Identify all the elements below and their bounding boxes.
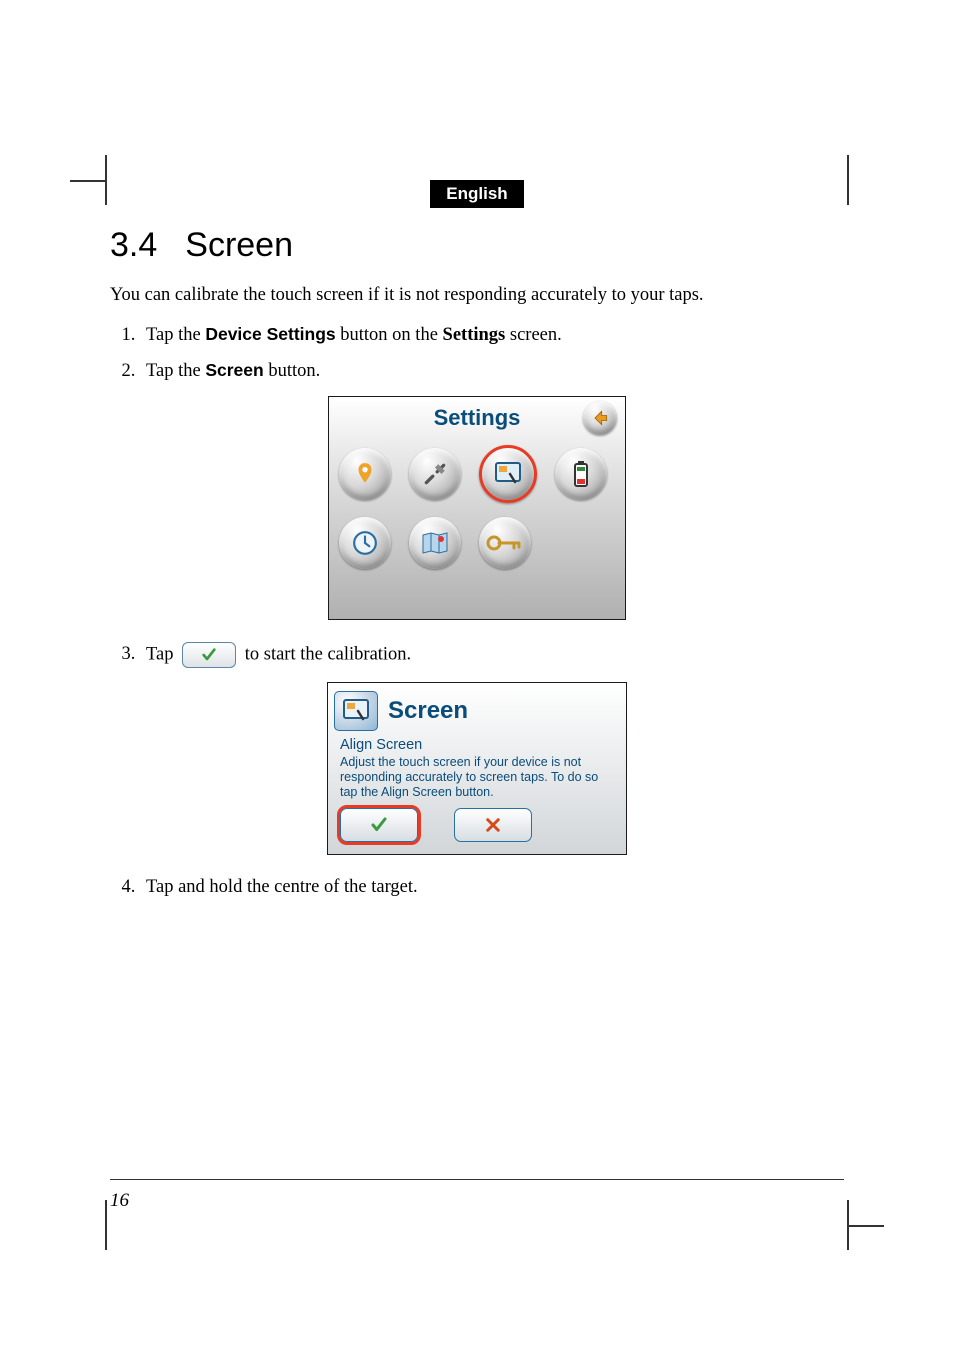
battery-icon [571, 460, 591, 488]
intro-text: You can calibrate the touch screen if it… [110, 283, 844, 308]
steps-list-cont: Tap to start the calibration. [110, 642, 844, 668]
back-button[interactable] [583, 401, 617, 435]
screen-icon [495, 462, 521, 486]
language-badge: English [430, 180, 523, 208]
section-title: Screen [185, 226, 293, 264]
settings-title: Settings [434, 405, 521, 431]
settings-screenshot: Settings [328, 396, 626, 620]
step-1: Tap the Device Settings button on the Se… [140, 324, 844, 346]
inline-check-button [182, 642, 236, 668]
page-number: 16 [110, 1190, 129, 1212]
step-1-button: Device Settings [205, 324, 335, 344]
steps-list-cont2: Tap and hold the centre of the target. [110, 877, 844, 898]
step-2: Tap the Screen button. [140, 360, 844, 382]
settings-item-pin[interactable] [339, 448, 391, 500]
back-icon [590, 408, 610, 428]
settings-item-tools[interactable] [409, 448, 461, 500]
crop-mark [847, 155, 849, 205]
step-4: Tap and hold the centre of the target. [140, 877, 844, 898]
check-icon [368, 816, 390, 834]
crop-mark [105, 155, 107, 205]
crop-mark [847, 1200, 849, 1250]
steps-list: Tap the Device Settings button on the Se… [110, 324, 844, 382]
map-icon [421, 531, 449, 555]
close-icon [483, 816, 503, 834]
step-3: Tap to start the calibration. [140, 642, 844, 668]
settings-item-screen[interactable] [479, 445, 537, 503]
tools-icon [422, 461, 448, 487]
step-2-button: Screen [205, 360, 263, 380]
screen-dialog-icon [334, 691, 378, 731]
settings-item-battery[interactable] [555, 448, 607, 500]
key-icon [486, 533, 524, 553]
screen-dialog-subtitle: Align Screen [340, 737, 614, 753]
settings-item-key[interactable] [479, 517, 531, 569]
pin-icon [352, 461, 378, 487]
align-cancel-button[interactable] [454, 808, 532, 842]
check-icon [200, 647, 218, 663]
screen-dialog-title: Screen [388, 697, 468, 725]
clock-icon [352, 530, 378, 556]
step-1-target: Settings [443, 325, 506, 345]
section-heading: 3.4 Screen [110, 226, 844, 265]
footer-rule [110, 1179, 844, 1180]
settings-item-clock[interactable] [339, 517, 391, 569]
align-ok-button[interactable] [340, 808, 418, 842]
settings-item-map[interactable] [409, 517, 461, 569]
section-number: 3.4 [110, 226, 157, 264]
screen-icon [342, 699, 370, 723]
crop-mark [105, 1200, 107, 1250]
screen-dialog-desc: Adjust the touch screen if your device i… [340, 755, 614, 800]
screen-dialog-screenshot: Screen Align Screen Adjust the touch scr… [327, 682, 627, 855]
